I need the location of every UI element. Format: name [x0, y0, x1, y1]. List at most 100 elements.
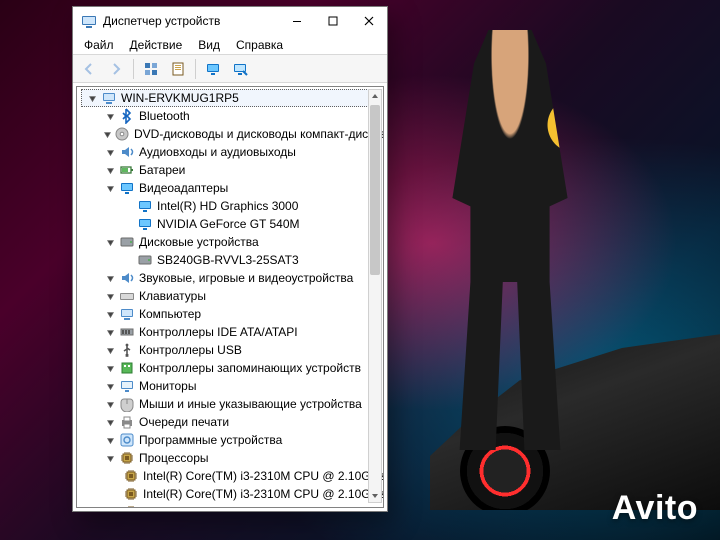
drive-icon	[137, 252, 153, 268]
menu-help[interactable]: Справка	[229, 37, 290, 53]
cpu-icon	[123, 486, 139, 502]
tree-device-16-0[interactable]: Intel(R) Core(TM) i3-2310M CPU @ 2.10GHz	[117, 467, 381, 485]
toolbar-forward-button	[104, 58, 128, 80]
maximize-button[interactable]	[315, 7, 351, 35]
tree-category-8[interactable]: Компьютер	[99, 305, 381, 323]
tree-toggle[interactable]	[103, 364, 117, 373]
close-button[interactable]	[351, 7, 387, 35]
menu-action[interactable]: Действие	[123, 37, 190, 53]
tree-toggle[interactable]	[103, 400, 117, 409]
tree-toggle[interactable]	[103, 454, 117, 463]
tree-toggle[interactable]	[103, 346, 117, 355]
software-icon	[119, 432, 135, 448]
toolbar	[73, 55, 387, 83]
display-icon	[137, 216, 153, 232]
tree-node-label: WIN-ERVKMUG1RP5	[121, 89, 239, 107]
tree-node-label: DVD-дисководы и дисководы компакт-дисков	[134, 125, 384, 143]
tree-category-10[interactable]: Контроллеры USB	[99, 341, 381, 359]
tree-category-12[interactable]: Мониторы	[99, 377, 381, 395]
ide-icon	[119, 324, 135, 340]
tree-node-label: SB240GB-RVVL3-25SAT3	[157, 251, 299, 269]
toolbar-back-button	[77, 58, 101, 80]
tree-category-3[interactable]: Батареи	[99, 161, 381, 179]
minimize-button[interactable]	[279, 7, 315, 35]
tree-device-16-1[interactable]: Intel(R) Core(TM) i3-2310M CPU @ 2.10GHz	[117, 485, 381, 503]
mouse-icon	[119, 396, 135, 412]
tree-node-label: Дисковые устройства	[139, 233, 259, 251]
tree-toggle[interactable]	[103, 292, 117, 301]
tree-node-label: Процессоры	[139, 449, 209, 467]
tree-category-13[interactable]: Мыши и иные указывающие устройства	[99, 395, 381, 413]
tree-category-15[interactable]: Программные устройства	[99, 431, 381, 449]
cpu-icon	[123, 468, 139, 484]
audio-icon	[119, 270, 135, 286]
tree-toggle[interactable]	[103, 274, 117, 283]
tree-toggle[interactable]	[103, 130, 112, 139]
tree-category-5[interactable]: Дисковые устройства	[99, 233, 381, 251]
tree-node-label: Клавиатуры	[139, 287, 206, 305]
tree-category-1[interactable]: DVD-дисководы и дисководы компакт-дисков	[99, 125, 381, 143]
tree-node-label: Аудиовходы и аудиовыходы	[139, 143, 296, 161]
tree-toggle[interactable]	[103, 328, 117, 337]
toolbar-scan-button[interactable]	[228, 58, 252, 80]
keyboard-icon	[119, 288, 135, 304]
tree-node-label: Контроллеры USB	[139, 341, 242, 359]
tree-device-16-2[interactable]: Intel(R) Core(TM) i3-2310M CPU @ 2.10GHz	[117, 503, 381, 508]
tree-category-7[interactable]: Клавиатуры	[99, 287, 381, 305]
app-icon	[81, 13, 97, 29]
tree-toggle[interactable]	[103, 436, 117, 445]
tree-node-label: Батареи	[139, 161, 185, 179]
display-icon	[137, 198, 153, 214]
bluetooth-icon	[119, 108, 135, 124]
toolbar-properties-button[interactable]	[166, 58, 190, 80]
toolbar-help-button[interactable]	[201, 58, 225, 80]
tree-toggle[interactable]	[103, 238, 117, 247]
tree-category-2[interactable]: Аудиовходы и аудиовыходы	[99, 143, 381, 161]
tree-toggle[interactable]	[85, 94, 99, 103]
tree-node-label: Контроллеры запоминающих устройств	[139, 359, 361, 377]
tree-device-4-0[interactable]: Intel(R) HD Graphics 3000	[117, 197, 381, 215]
tree-toggle[interactable]	[103, 184, 117, 193]
battery-icon	[119, 162, 135, 178]
tree-node-label: NVIDIA GeForce GT 540M	[157, 215, 300, 233]
watermark-text: Avito	[612, 489, 698, 528]
device-tree[interactable]: WIN-ERVKMUG1RP5 Bluetooth DVD-дисководы …	[76, 86, 384, 508]
storage-icon	[119, 360, 135, 376]
display-icon	[119, 180, 135, 196]
tree-category-9[interactable]: Контроллеры IDE ATA/ATAPI	[99, 323, 381, 341]
usb-icon	[119, 342, 135, 358]
tree-node-label: Звуковые, игровые и видеоустройства	[139, 269, 353, 287]
cpu-icon	[123, 504, 139, 508]
tree-toggle[interactable]	[103, 166, 117, 175]
tree-device-4-1[interactable]: NVIDIA GeForce GT 540M	[117, 215, 381, 233]
tree-node-label: Видеоадаптеры	[139, 179, 228, 197]
tree-node-label: Bluetooth	[139, 107, 190, 125]
tree-category-14[interactable]: Очереди печати	[99, 413, 381, 431]
tree-node-label: Intel(R) Core(TM) i3-2310M CPU @ 2.10GHz	[143, 503, 384, 508]
tree-toggle[interactable]	[103, 310, 117, 319]
tree-category-16[interactable]: Процессоры	[99, 449, 381, 467]
tree-toggle[interactable]	[103, 112, 117, 121]
toolbar-separator	[133, 59, 134, 79]
toolbar-show-hidden-button[interactable]	[139, 58, 163, 80]
tree-device-5-0[interactable]: SB240GB-RVVL3-25SAT3	[117, 251, 381, 269]
menu-file[interactable]: Файл	[77, 37, 121, 53]
tree-category-4[interactable]: Видеоадаптеры	[99, 179, 381, 197]
tree-toggle[interactable]	[103, 382, 117, 391]
tree-root[interactable]: WIN-ERVKMUG1RP5	[81, 89, 381, 107]
tree-node-label: Intel(R) Core(TM) i3-2310M CPU @ 2.10GHz	[143, 467, 384, 485]
tree-toggle[interactable]	[103, 148, 117, 157]
tree-node-label: Очереди печати	[139, 413, 229, 431]
tree-node-label: Intel(R) Core(TM) i3-2310M CPU @ 2.10GHz	[143, 485, 384, 503]
tree-node-label: Контроллеры IDE ATA/ATAPI	[139, 323, 298, 341]
tree-category-6[interactable]: Звуковые, игровые и видеоустройства	[99, 269, 381, 287]
titlebar[interactable]: Диспетчер устройств	[73, 7, 387, 35]
tree-node-label: Intel(R) HD Graphics 3000	[157, 197, 298, 215]
tree-category-11[interactable]: Контроллеры запоминающих устройств	[99, 359, 381, 377]
tree-category-0[interactable]: Bluetooth	[99, 107, 381, 125]
tree-node-label: Программные устройства	[139, 431, 282, 449]
menu-view[interactable]: Вид	[191, 37, 227, 53]
toolbar-separator	[195, 59, 196, 79]
audio-icon	[119, 144, 135, 160]
tree-toggle[interactable]	[103, 418, 117, 427]
